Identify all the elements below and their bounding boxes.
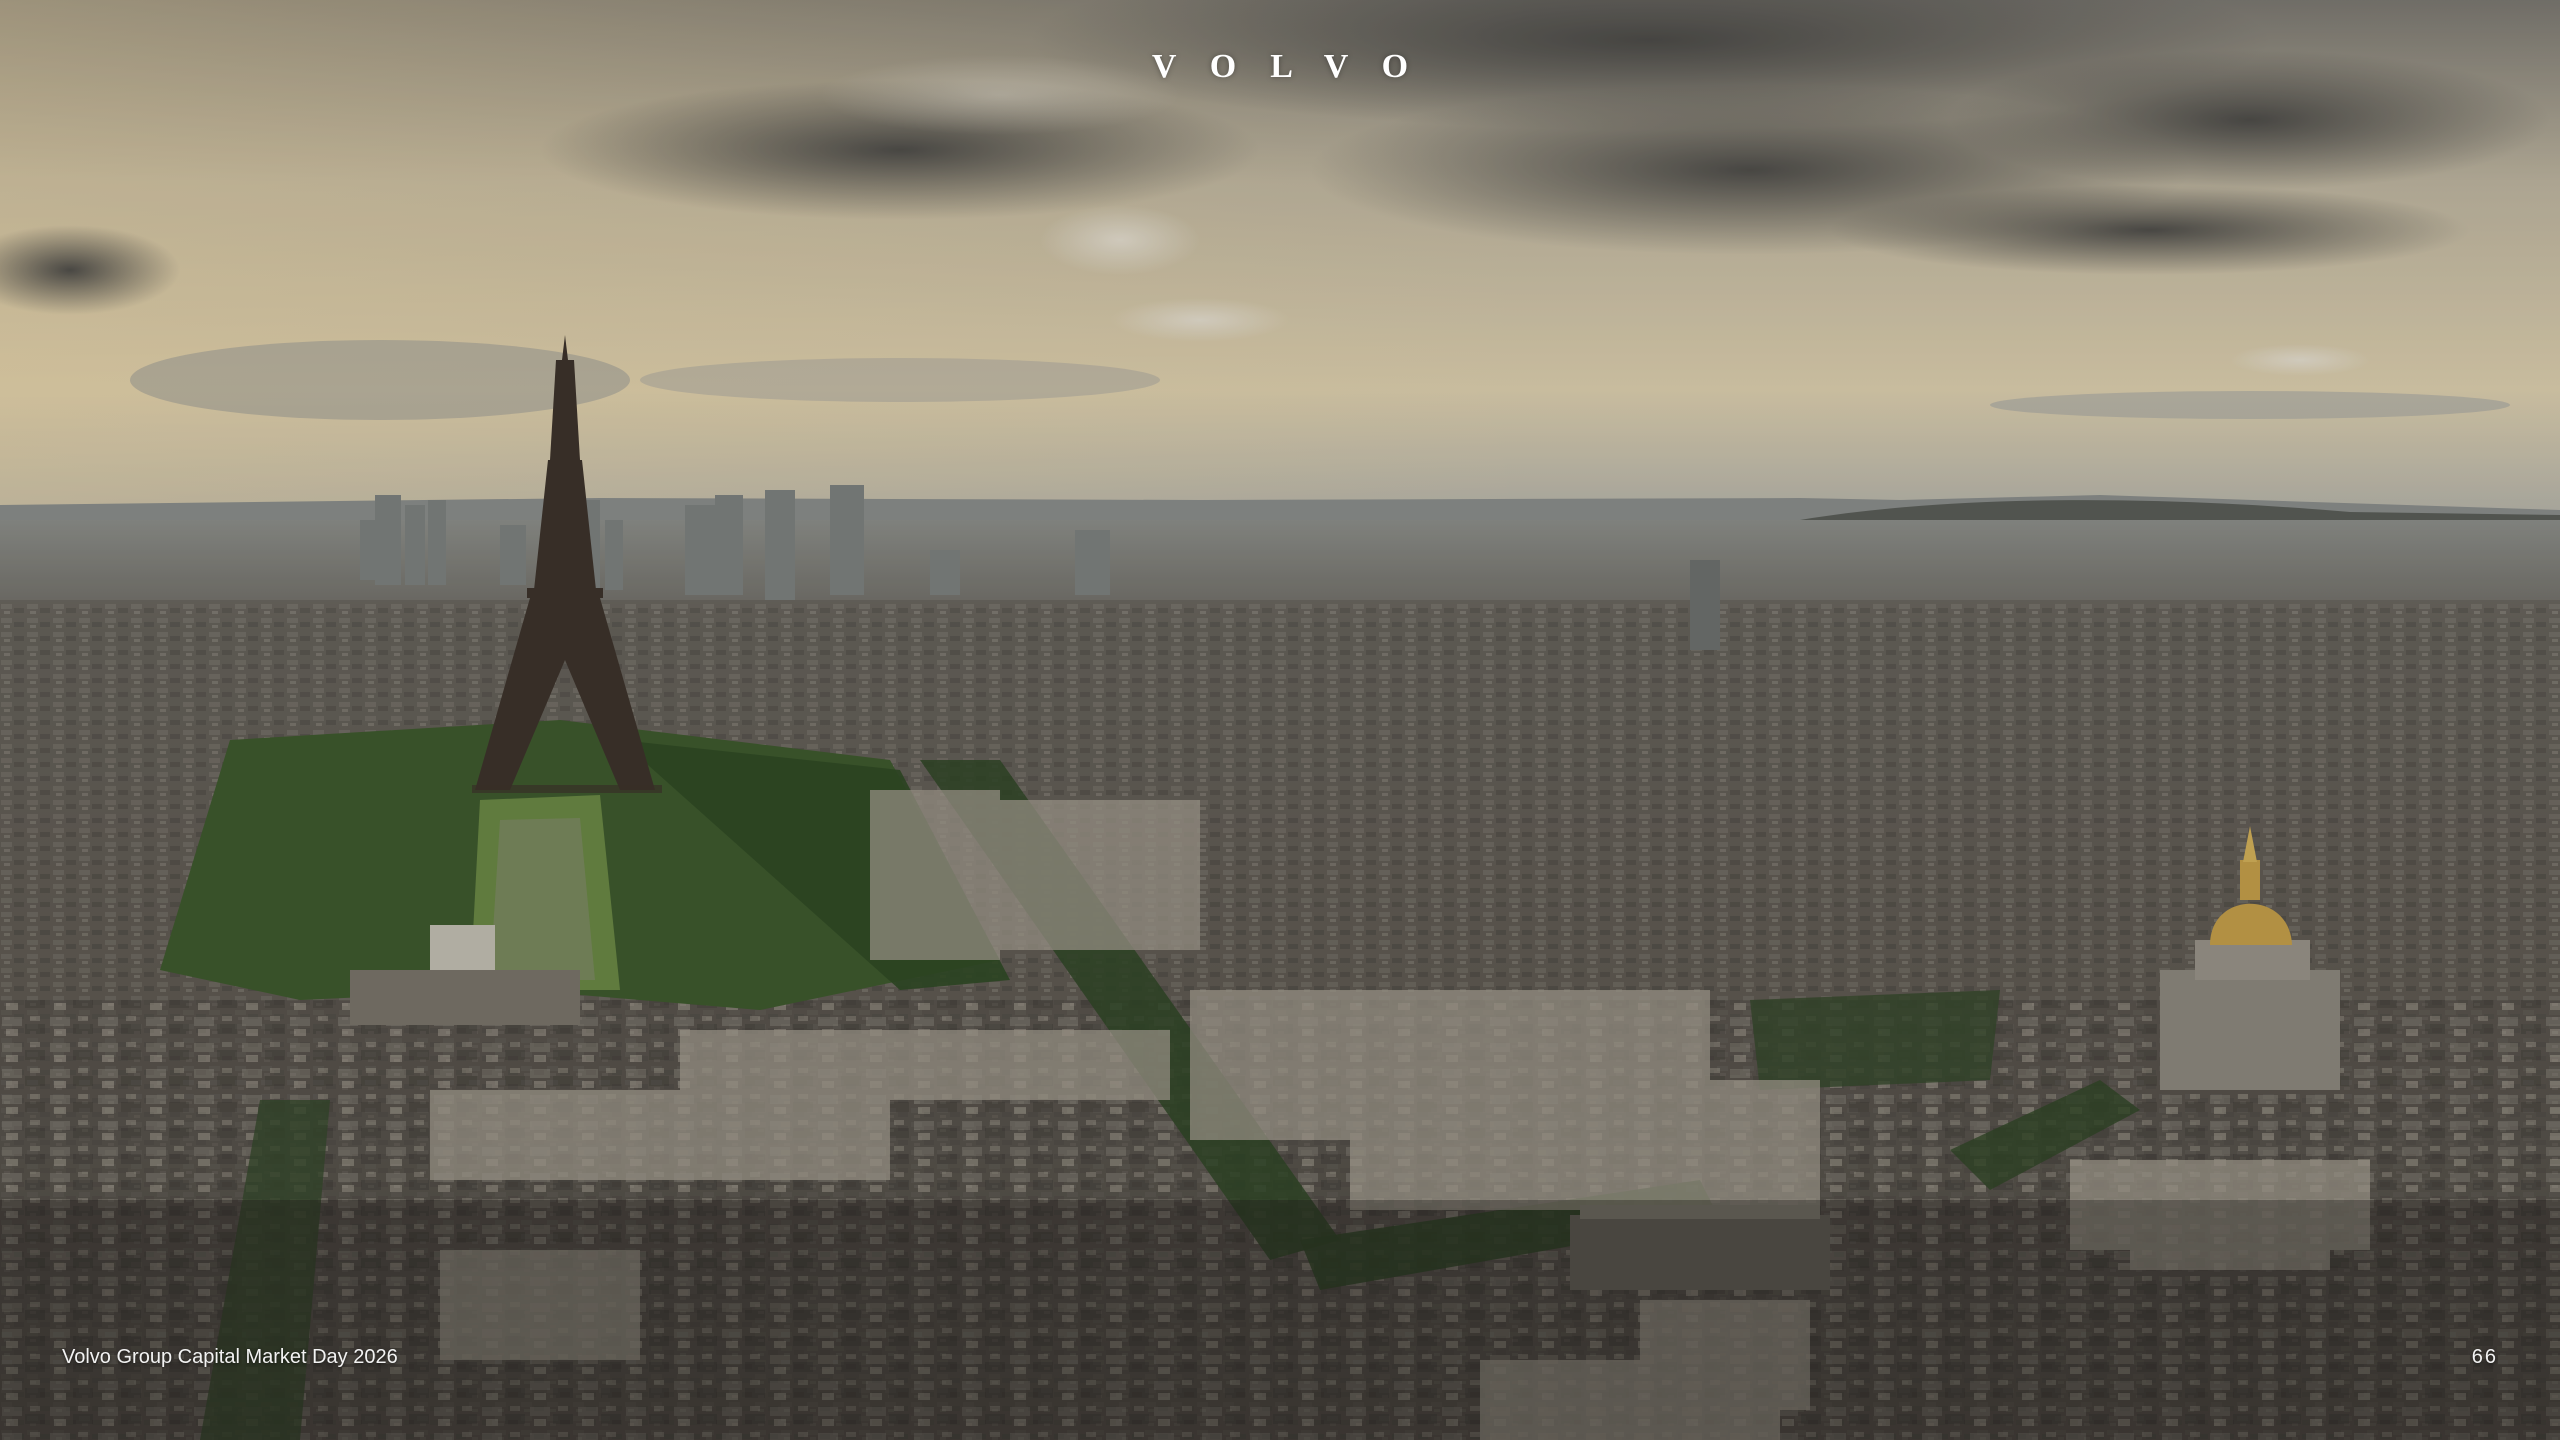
slide: VOLVO Volvo Group Capital Market Day 202… [0, 0, 2560, 1440]
page-number: 66 [2471, 1346, 2498, 1368]
volvo-logo: VOLVO [1151, 48, 1443, 85]
footer-presentation-title: Volvo Group Capital Market Day 2026 [62, 1346, 398, 1368]
background-photo [0, 0, 2560, 1440]
